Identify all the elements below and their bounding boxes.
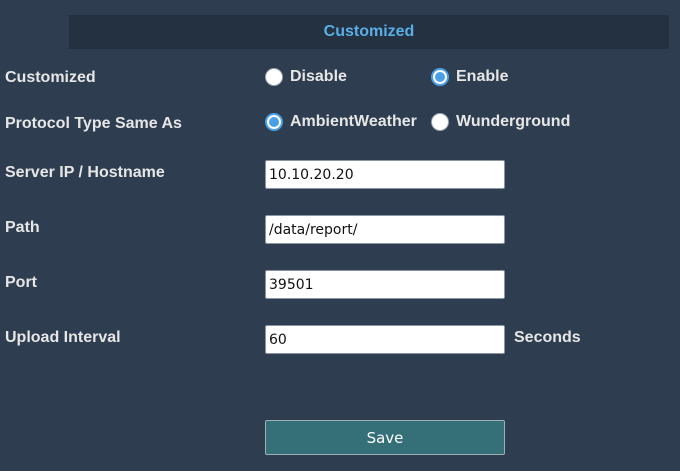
path-label: Path — [5, 219, 40, 236]
port-input[interactable] — [265, 270, 505, 299]
protocol-wunderground-label: Wunderground — [456, 113, 571, 130]
customized-disable-label: Disable — [290, 68, 347, 85]
save-button[interactable]: Save — [265, 420, 505, 455]
radio-checked-icon — [431, 68, 449, 86]
radio-unchecked-icon — [265, 68, 283, 86]
path-input[interactable] — [265, 215, 505, 244]
upload-interval-label: Upload Interval — [5, 329, 121, 346]
section-header: Customized — [69, 15, 669, 49]
server-ip-input[interactable] — [265, 160, 505, 189]
protocol-ambientweather-label: AmbientWeather — [290, 113, 417, 130]
protocol-type-label: Protocol Type Same As — [5, 115, 182, 132]
customized-label: Customized — [5, 69, 96, 86]
protocol-ambientweather-radio[interactable]: AmbientWeather — [265, 112, 417, 132]
upload-interval-unit: Seconds — [514, 329, 581, 346]
section-title: Customized — [323, 23, 415, 40]
protocol-wunderground-radio[interactable]: Wunderground — [431, 112, 570, 132]
customized-disable-radio[interactable]: Disable — [265, 67, 347, 87]
server-ip-label: Server IP / Hostname — [5, 164, 165, 181]
port-label: Port — [5, 274, 37, 291]
radio-checked-icon — [265, 113, 283, 131]
customized-enable-radio[interactable]: Enable — [431, 67, 508, 87]
upload-interval-input[interactable] — [265, 325, 505, 354]
radio-unchecked-icon — [431, 113, 449, 131]
customized-enable-label: Enable — [456, 68, 509, 85]
